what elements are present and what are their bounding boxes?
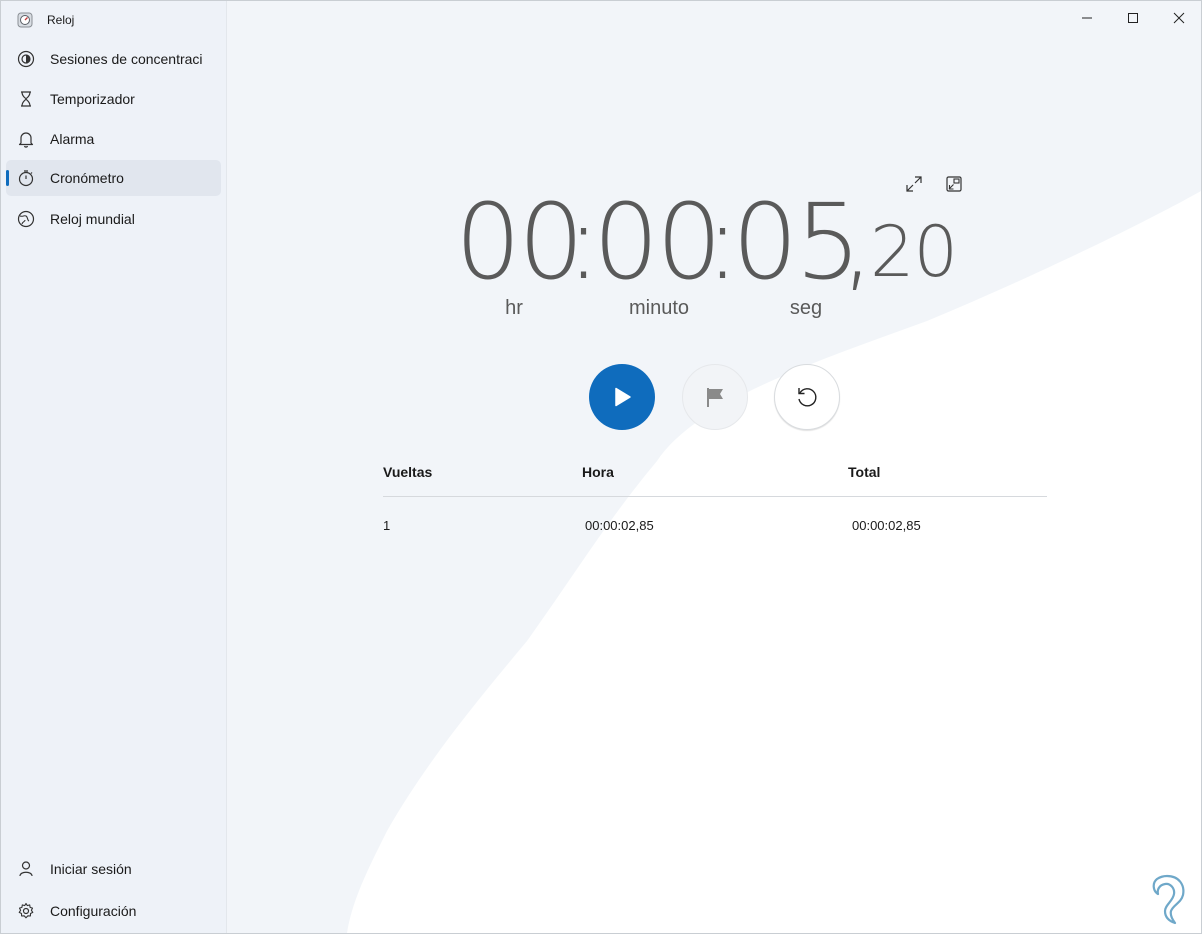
- minimize-button[interactable]: [1065, 5, 1109, 31]
- lap-number: 1: [383, 518, 391, 533]
- focus-icon: [17, 50, 35, 68]
- table-row: 1 00:00:02,85 00:00:02,85: [383, 497, 1047, 549]
- main-content: 00 : 00 : 05 , 20 hr minuto seg Vueltas …: [227, 1, 1201, 933]
- laps-table: Vueltas Hora Total 1 00:00:02,85 00:00:0…: [383, 459, 1047, 549]
- seconds-value: 05: [732, 181, 861, 303]
- minutes-unit-label: minuto: [628, 297, 690, 319]
- close-icon: [1173, 12, 1185, 24]
- start-button[interactable]: [589, 364, 655, 430]
- sidebar-item-label: Alarma: [50, 131, 95, 147]
- maximize-icon: [1128, 13, 1138, 23]
- sidebar-item-timer[interactable]: Temporizador: [6, 81, 221, 117]
- sidebar-item-label: Cronómetro: [50, 170, 124, 186]
- bell-icon: [18, 132, 34, 148]
- person-icon: [19, 861, 33, 877]
- stopwatch-icon: [18, 170, 34, 187]
- sidebar-item-sign-in[interactable]: Iniciar sesión: [6, 851, 221, 887]
- sidebar-item-stopwatch[interactable]: Cronómetro: [6, 160, 221, 196]
- lap-time: 00:00:02,85: [585, 518, 654, 533]
- time-column-header: Hora: [582, 464, 614, 480]
- sidebar-item-label: Temporizador: [50, 91, 135, 107]
- sidebar-item-label: Reloj mundial: [50, 211, 135, 227]
- compact-overlay-icon: [946, 176, 962, 192]
- minimize-icon: [1082, 17, 1092, 19]
- globe-icon: [17, 210, 35, 228]
- reset-icon: [798, 388, 817, 407]
- maximize-button[interactable]: [1111, 5, 1155, 31]
- lap-column-header: Vueltas: [383, 464, 433, 480]
- hours-value: 00: [455, 181, 584, 303]
- watermark-logo: [1152, 874, 1185, 925]
- sidebar-item-label: Iniciar sesión: [50, 861, 132, 877]
- gear-icon: [18, 902, 34, 919]
- total-column-header: Total: [848, 464, 881, 480]
- sidebar-item-alarm[interactable]: Alarma: [6, 121, 221, 157]
- keep-on-top-button[interactable]: [940, 170, 968, 198]
- hours-unit-label: hr: [505, 297, 523, 319]
- hourglass-icon: [21, 91, 31, 107]
- sidebar-item-focus-sessions[interactable]: Sesiones de concentración: [6, 41, 221, 77]
- sidebar: Reloj Sesiones de concentración Temporiz…: [1, 1, 227, 933]
- seconds-unit-label: seg: [789, 297, 823, 319]
- play-icon: [615, 387, 631, 407]
- expand-icon: [906, 176, 922, 192]
- sidebar-item-world-clock[interactable]: Reloj mundial: [6, 201, 221, 237]
- flag-icon: [707, 388, 723, 407]
- sidebar-item-label: Configuración: [50, 903, 137, 919]
- clock-app-icon: [17, 12, 33, 28]
- decimal-separator: ,: [841, 181, 874, 303]
- minutes-value: 00: [593, 181, 722, 303]
- app-title-bar: Reloj: [17, 10, 74, 30]
- hundredths-value: 20: [870, 211, 958, 293]
- laps-header-row: Vueltas Hora Total: [383, 459, 1047, 497]
- close-button[interactable]: [1157, 5, 1201, 31]
- sidebar-item-label: Sesiones de concentración: [50, 51, 202, 67]
- app-title: Reloj: [47, 13, 75, 27]
- expand-button[interactable]: [900, 170, 928, 198]
- lap-button[interactable]: [682, 364, 748, 430]
- reset-button[interactable]: [774, 364, 840, 430]
- lap-total: 00:00:02,85: [852, 518, 921, 533]
- sidebar-item-settings[interactable]: Configuración: [6, 893, 221, 929]
- clock-window: Reloj Sesiones de concentración Temporiz…: [0, 0, 1202, 934]
